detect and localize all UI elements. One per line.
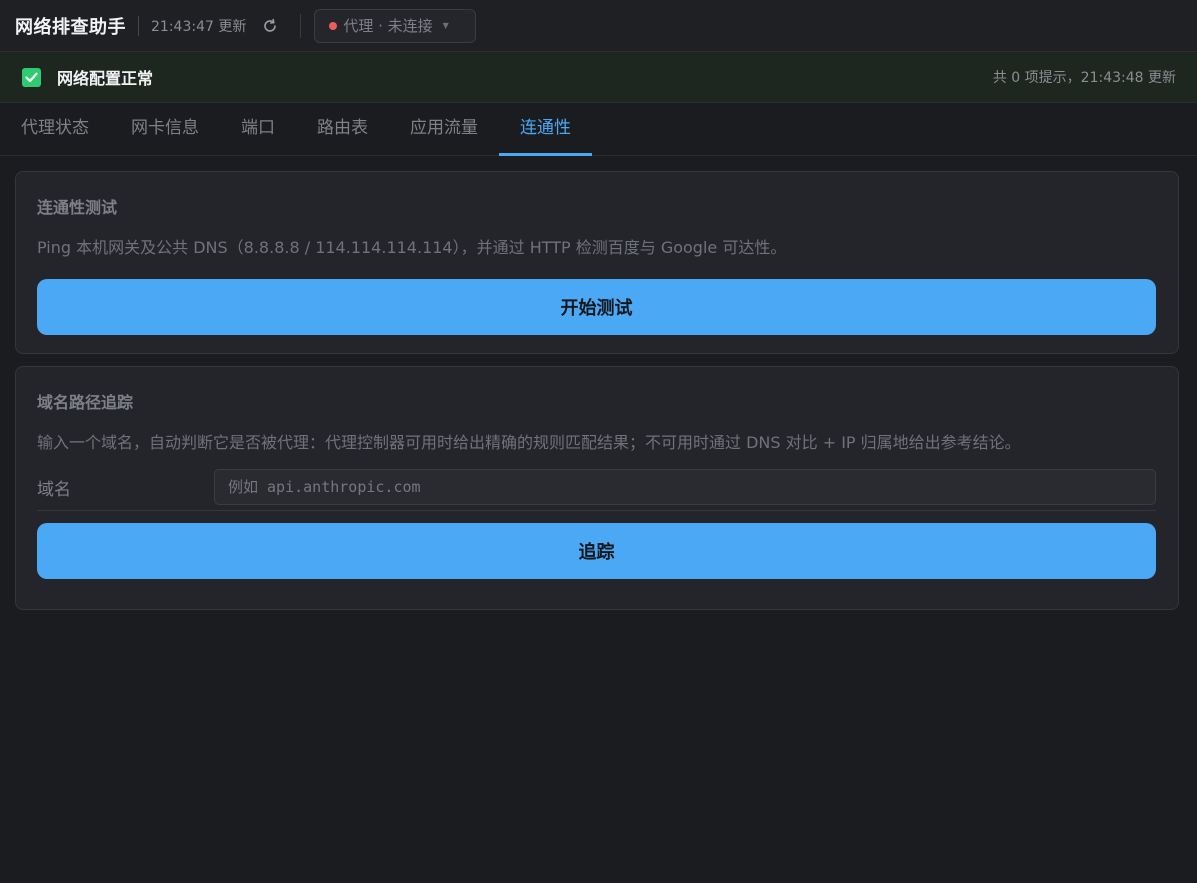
divider [300,13,302,38]
refresh-icon-glyph [264,18,277,32]
tab-bar: 代理状态 网卡信息 端口 路由表 应用流量 连通性 [0,103,1197,156]
trace-button[interactable]: 追踪 [37,523,1156,579]
top-bar: 网络排查助手 21:43:47 更新 代理 · 未连接 ▼ [0,0,1197,52]
tab-ports[interactable]: 端口 [220,103,296,155]
proxy-status-label: 代理 · 未连接 [343,17,433,35]
start-test-button[interactable]: 开始测试 [37,279,1156,335]
proxy-status-select[interactable]: 代理 · 未连接 ▼ [314,8,477,43]
update-time: 21:43:47 更新 [151,18,247,35]
tab-nic-info[interactable]: 网卡信息 [110,103,220,155]
divider [37,510,1156,511]
tab-proxy-status[interactable]: 代理状态 [0,103,110,155]
domain-trace-card: 域名路径追踪 输入一个域名，自动判断它是否被代理：代理控制器可用时给出精确的规则… [15,366,1179,610]
domain-field-row: 域名 [37,469,1157,505]
connectivity-test-card: 连通性测试 Ping 本机网关及公共 DNS（8.8.8.8 / 114.114… [15,171,1179,354]
banner-summary: 共 0 项提示，21:43:48 更新 [992,70,1176,86]
check-icon [25,72,38,82]
card-description: Ping 本机网关及公共 DNS（8.8.8.8 / 114.114.114.1… [37,238,787,257]
card-title: 域名路径追踪 [37,393,134,412]
refresh-icon[interactable] [260,16,280,36]
card-title: 连通性测试 [37,198,118,217]
tab-app-traffic[interactable]: 应用流量 [389,103,499,155]
app-title: 网络排查助手 [15,16,126,38]
domain-input[interactable] [214,469,1156,505]
banner-title: 网络配置正常 [57,69,154,88]
chevron-down-icon: ▼ [442,21,449,30]
divider [138,15,139,36]
domain-field-label: 域名 [37,479,71,500]
status-banner: 网络配置正常 共 0 项提示，21:43:48 更新 [0,52,1197,103]
status-dot-icon [329,21,338,30]
tab-connectivity[interactable]: 连通性 [499,103,592,156]
checkbox-check-icon [22,67,41,87]
card-description: 输入一个域名，自动判断它是否被代理：代理控制器可用时给出精确的规则匹配结果；不可… [37,433,1021,452]
tab-routing-table[interactable]: 路由表 [296,103,389,155]
